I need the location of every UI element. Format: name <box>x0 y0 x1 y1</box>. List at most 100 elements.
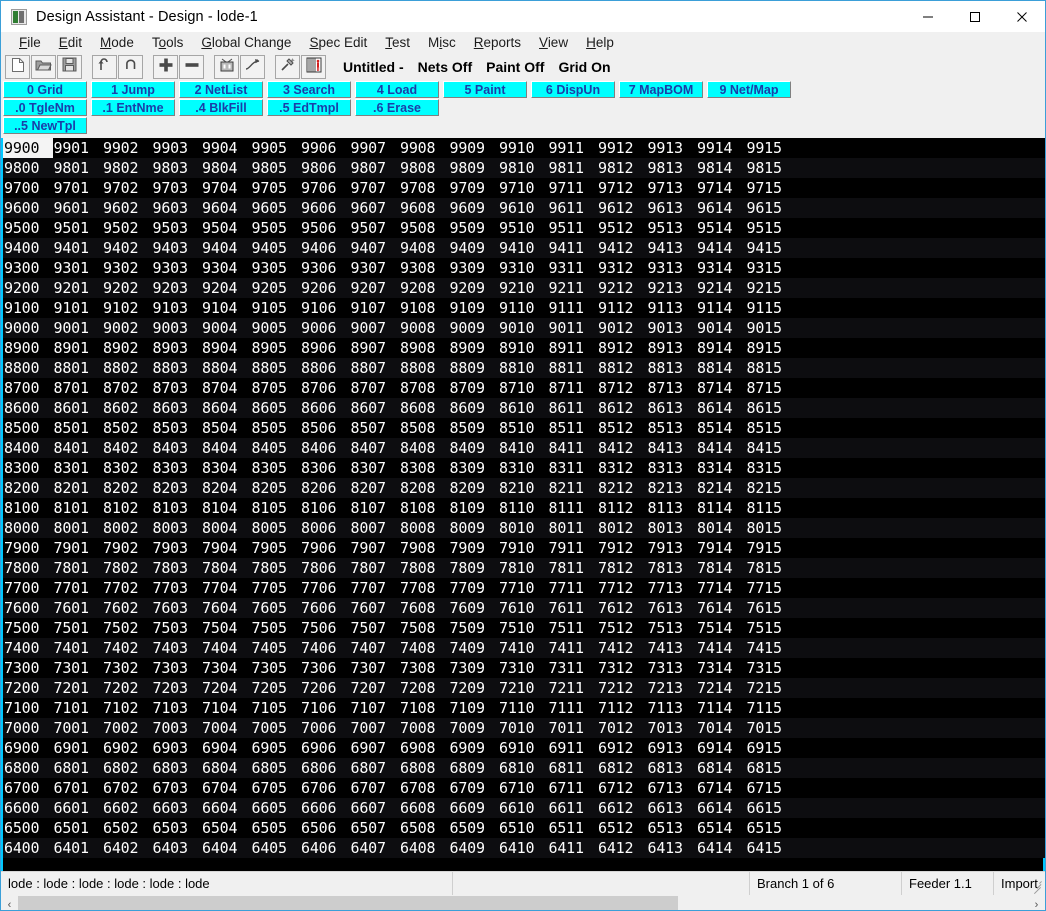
grid-cell[interactable]: 9307 <box>350 258 400 278</box>
grid-cell[interactable]: 9612 <box>597 198 647 218</box>
zoom-in-button[interactable] <box>153 55 178 79</box>
grid-cell[interactable]: 8000 <box>3 518 53 538</box>
grid-cell[interactable]: 7508 <box>399 618 449 638</box>
grid-row[interactable]: 9800 9801 9802 9803 9804 9805 9806 9807 9808 9809… <box>3 158 1045 178</box>
grid-cell[interactable]: 7105 <box>251 698 301 718</box>
grid-cell[interactable]: 7807 <box>350 558 400 578</box>
grid-cell[interactable]: 7004 <box>201 718 251 738</box>
grid-cell[interactable]: 9101 <box>53 298 103 318</box>
grid-row[interactable]: 8800 8801 8802 8803 8804 8805 8806 8807 8808 8809… <box>3 358 1045 378</box>
grid-cell[interactable]: 6609 <box>449 798 499 818</box>
grid-cell[interactable]: 8015 <box>746 518 796 538</box>
grid-cell[interactable]: 8309 <box>449 458 499 478</box>
grid-cell[interactable]: 9010 <box>498 318 548 338</box>
grid-cell[interactable]: 7605 <box>251 598 301 618</box>
grid-cell[interactable]: 7301 <box>53 658 103 678</box>
grid-cell[interactable]: 8804 <box>201 358 251 378</box>
grid-row[interactable]: 8000 8001 8002 8003 8004 8005 8006 8007 8008 8009… <box>3 518 1045 538</box>
fkey-7-mapbom[interactable]: 7 MapBOM <box>619 81 703 98</box>
grid-cell[interactable]: 8910 <box>498 338 548 358</box>
grid-row[interactable]: 9300 9301 9302 9303 9304 9305 9306 9307 9308 9309… <box>3 258 1045 278</box>
grid-cell[interactable]: 9401 <box>53 238 103 258</box>
grid-cell[interactable]: 8008 <box>399 518 449 538</box>
fkey-3-search[interactable]: 3 Search <box>267 81 351 98</box>
grid-cell[interactable]: 9114 <box>696 298 746 318</box>
grid-cell[interactable]: 9000 <box>3 318 53 338</box>
menu-item-misc[interactable]: Misc <box>419 32 465 53</box>
grid-cell[interactable]: 8206 <box>300 478 350 498</box>
grid-cell[interactable]: 6611 <box>548 798 598 818</box>
grid-cell[interactable]: 6802 <box>102 758 152 778</box>
close-button[interactable] <box>998 1 1045 32</box>
grid-cell[interactable]: 8415 <box>746 438 796 458</box>
grid-cell[interactable]: 7513 <box>647 618 697 638</box>
grid-cell[interactable]: 8906 <box>300 338 350 358</box>
grid-cell[interactable]: 7002 <box>102 718 152 738</box>
book-person-button[interactable] <box>301 55 326 79</box>
grid-cell[interactable]: 8209 <box>449 478 499 498</box>
grid-cell[interactable]: 8313 <box>647 458 697 478</box>
grid-cell[interactable]: 7909 <box>449 538 499 558</box>
grid-row[interactable]: 8100 8101 8102 8103 8104 8105 8106 8107 8108 8109… <box>3 498 1045 518</box>
grid-cell[interactable]: 7001 <box>53 718 103 738</box>
grid-cell[interactable]: 8115 <box>746 498 796 518</box>
grid-cell[interactable]: 9007 <box>350 318 400 338</box>
grid-row[interactable]: 6500 6501 6502 6503 6504 6505 6506 6507 6508 6509… <box>3 818 1045 838</box>
grid-cell[interactable]: 7714 <box>696 578 746 598</box>
grid-cell[interactable]: 6813 <box>647 758 697 778</box>
grid-cell[interactable]: 9206 <box>300 278 350 298</box>
grid-cell[interactable]: 8413 <box>647 438 697 458</box>
grid-cell[interactable]: 6714 <box>696 778 746 798</box>
horizontal-scrollbar[interactable]: ‹ › <box>1 895 1045 910</box>
grid-cell[interactable]: 7600 <box>3 598 53 618</box>
grid-cell[interactable]: 8903 <box>152 338 202 358</box>
grid-row[interactable]: 7200 7201 7202 7203 7204 7205 7206 7207 7208 7209… <box>3 678 1045 698</box>
grid-cell[interactable]: 9812 <box>597 158 647 178</box>
grid-cell[interactable]: 7108 <box>399 698 449 718</box>
grid-cell[interactable]: 9801 <box>53 158 103 178</box>
grid-cell[interactable]: 8014 <box>696 518 746 538</box>
grid-cell[interactable]: 7713 <box>647 578 697 598</box>
grid-cell[interactable]: 9907 <box>350 138 400 158</box>
grid-cell[interactable]: 6504 <box>201 818 251 838</box>
grid-cell[interactable]: 8700 <box>3 378 53 398</box>
grid-cell[interactable]: 8505 <box>251 418 301 438</box>
grid-cell[interactable]: 6612 <box>597 798 647 818</box>
grid-cell[interactable]: 9710 <box>498 178 548 198</box>
open-folder-button[interactable] <box>31 55 56 79</box>
grid-cell[interactable]: 8109 <box>449 498 499 518</box>
grid-cell[interactable]: 7707 <box>350 578 400 598</box>
grid-cell[interactable]: 9902 <box>102 138 152 158</box>
grid-cell[interactable]: 9106 <box>300 298 350 318</box>
grid-row[interactable]: 8700 8701 8702 8703 8704 8705 8706 8707 8708 8709… <box>3 378 1045 398</box>
grid-cell[interactable]: 8814 <box>696 358 746 378</box>
grid-cell[interactable]: 9406 <box>300 238 350 258</box>
grid-cell[interactable]: 7806 <box>300 558 350 578</box>
grid-cell[interactable]: 9405 <box>251 238 301 258</box>
grid-cell[interactable]: 7504 <box>201 618 251 638</box>
grid-cell[interactable]: 8302 <box>102 458 152 478</box>
grid-cell[interactable]: 6405 <box>251 838 301 858</box>
grid-cell[interactable]: 9315 <box>746 258 796 278</box>
grid-cell[interactable]: 6915 <box>746 738 796 758</box>
grid-cell[interactable]: 7211 <box>548 678 598 698</box>
grid-cell[interactable]: 7305 <box>251 658 301 678</box>
grid-cell[interactable]: 7606 <box>300 598 350 618</box>
grid-row[interactable]: 6400 6401 6402 6403 6404 6405 6406 6407 6408 6409… <box>3 838 1045 858</box>
grid-cell[interactable]: 9210 <box>498 278 548 298</box>
grid-row[interactable]: 7600 7601 7602 7603 7604 7605 7606 7607 7608 7609… <box>3 598 1045 618</box>
grid-cell[interactable]: 9701 <box>53 178 103 198</box>
grid-cell[interactable]: 8300 <box>3 458 53 478</box>
grid-row[interactable]: 7400 7401 7402 7403 7404 7405 7406 7407 7408 7409… <box>3 638 1045 658</box>
grid-cell[interactable]: 8304 <box>201 458 251 478</box>
grid-cell[interactable]: 6702 <box>102 778 152 798</box>
grid-cell[interactable]: 9505 <box>251 218 301 238</box>
grid-cell[interactable]: 9411 <box>548 238 598 258</box>
grid-cell[interactable]: 9304 <box>201 258 251 278</box>
grid-cell[interactable]: 7011 <box>548 718 598 738</box>
grid-row[interactable]: 8900 8901 8902 8903 8904 8905 8906 8907 8908 8909… <box>3 338 1045 358</box>
grid-cell[interactable]: 9715 <box>746 178 796 198</box>
grid-cell[interactable]: 7608 <box>399 598 449 618</box>
grid-cell[interactable]: 8412 <box>597 438 647 458</box>
grid-row[interactable]: 7300 7301 7302 7303 7304 7305 7306 7307 7308 7309… <box>3 658 1045 678</box>
